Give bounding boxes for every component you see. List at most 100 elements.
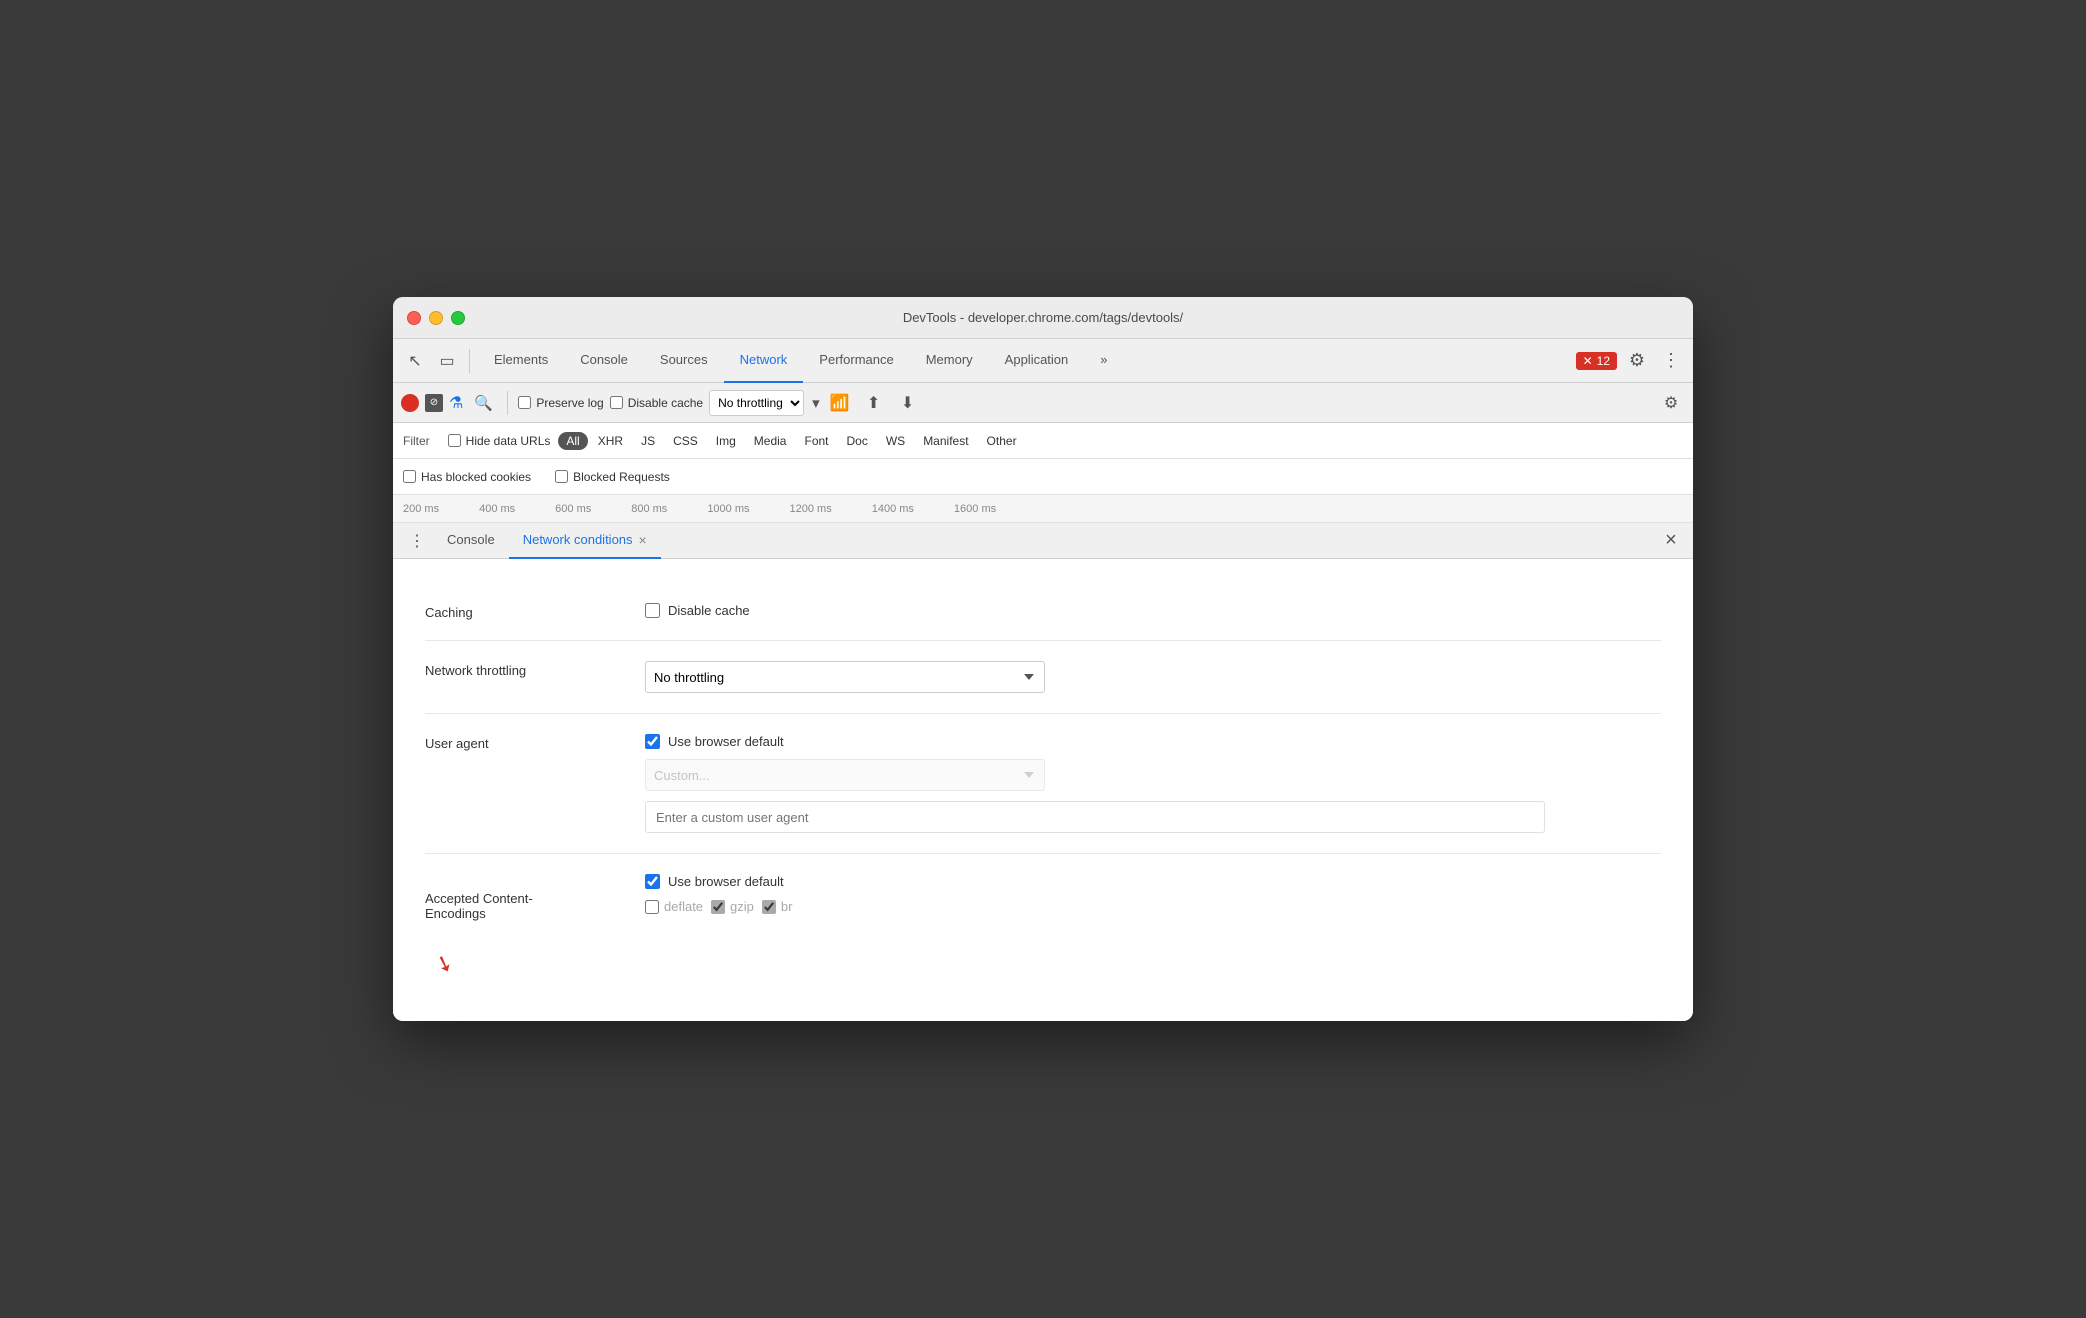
blocked-filter-bar: Has blocked cookies Blocked Requests: [393, 459, 1693, 495]
error-badge[interactable]: ✕ 12: [1576, 352, 1617, 370]
accepted-content-control: Use browser default deflate gzip: [645, 874, 1661, 914]
br-input[interactable]: [762, 900, 776, 914]
disable-cache-row: Disable cache: [645, 603, 1661, 618]
tab-console[interactable]: Console: [564, 339, 644, 383]
use-browser-default-input[interactable]: [645, 734, 660, 749]
bottom-tab-console[interactable]: Console: [433, 523, 509, 559]
user-agent-control: Use browser default Custom...: [645, 734, 1661, 833]
gzip-encoding: gzip: [711, 899, 754, 914]
tab-performance[interactable]: Performance: [803, 339, 909, 383]
tab-more[interactable]: »: [1084, 339, 1123, 383]
toolbar-right: ✕ 12 ⚙ ⋮: [1576, 347, 1685, 375]
bottom-tab-network-conditions[interactable]: Network conditions ×: [509, 523, 661, 559]
filter-img-btn[interactable]: Img: [708, 432, 744, 450]
filter-media-btn[interactable]: Media: [746, 432, 795, 450]
bottom-tab-console-label: Console: [447, 532, 495, 547]
has-blocked-cookies-input[interactable]: [403, 470, 416, 483]
cursor-icon[interactable]: ↖: [401, 347, 429, 375]
bottom-tab-close-icon[interactable]: ×: [639, 532, 647, 548]
user-agent-row: User agent Use browser default Custom...: [425, 714, 1661, 854]
bottom-tabs: ⋮ Console Network conditions × ×: [393, 523, 1693, 559]
download-icon[interactable]: ⬇: [894, 389, 922, 417]
deflate-input[interactable]: [645, 900, 659, 914]
panel-menu-icon[interactable]: ⋮: [401, 531, 433, 551]
network-throttling-control: No throttling: [645, 661, 1661, 693]
has-blocked-cookies-label: Has blocked cookies: [421, 470, 531, 484]
timeline-marker-1: 200 ms: [403, 503, 439, 515]
tab-elements[interactable]: Elements: [478, 339, 564, 383]
has-blocked-cookies-checkbox[interactable]: Has blocked cookies: [403, 470, 531, 484]
custom-user-agent-input[interactable]: [645, 801, 1545, 833]
record-button[interactable]: [401, 394, 419, 412]
bottom-panel: ⋮ Console Network conditions × × Caching…: [393, 523, 1693, 1021]
br-label: br: [781, 899, 793, 914]
tab-sources[interactable]: Sources: [644, 339, 724, 383]
settings-icon[interactable]: ⚙: [1623, 347, 1651, 375]
close-panel-button[interactable]: ×: [1657, 527, 1685, 555]
toolbar-sep2: [507, 391, 508, 415]
filter-all-btn[interactable]: All: [558, 432, 587, 450]
use-browser-default-label: Use browser default: [668, 734, 784, 749]
encoding-browser-default-row: Use browser default: [645, 874, 1661, 889]
network-throttling-select[interactable]: No throttling: [645, 661, 1045, 693]
traffic-lights: [407, 311, 465, 325]
hide-data-urls-checkbox[interactable]: Hide data URLs: [448, 434, 551, 448]
custom-user-agent-select: Custom...: [645, 759, 1045, 791]
gzip-input[interactable]: [711, 900, 725, 914]
blocked-requests-checkbox[interactable]: Blocked Requests: [555, 470, 670, 484]
toolbar-separator: [469, 349, 470, 373]
disable-cache-checkbox[interactable]: Disable cache: [610, 396, 703, 410]
blocked-requests-label: Blocked Requests: [573, 470, 670, 484]
title-bar: DevTools - developer.chrome.com/tags/dev…: [393, 297, 1693, 339]
timeline-marker-7: 1400 ms: [872, 503, 914, 515]
hide-data-urls-input[interactable]: [448, 434, 461, 447]
preserve-log-label: Preserve log: [536, 396, 603, 410]
preserve-log-checkbox[interactable]: Preserve log: [518, 396, 603, 410]
stop-icon[interactable]: ⊘: [425, 394, 443, 412]
filter-manifest-btn[interactable]: Manifest: [915, 432, 976, 450]
filter-js-btn[interactable]: JS: [633, 432, 663, 450]
tab-memory[interactable]: Memory: [910, 339, 989, 383]
network-toolbar: ⊘ ⚗ 🔍 Preserve log Disable cache No thro…: [393, 383, 1693, 423]
device-icon[interactable]: ▭: [433, 347, 461, 375]
timeline-marker-3: 600 ms: [555, 503, 591, 515]
arrow-annotation-2: ➘: [431, 949, 457, 980]
filter-font-btn[interactable]: Font: [796, 432, 836, 450]
caching-label: Caching: [425, 603, 625, 620]
caching-disable-cache-input[interactable]: [645, 603, 660, 618]
disable-cache-label: Disable cache: [628, 396, 703, 410]
filter-xhr-btn[interactable]: XHR: [590, 432, 631, 450]
tab-network[interactable]: Network: [724, 339, 804, 383]
blocked-requests-input[interactable]: [555, 470, 568, 483]
main-toolbar: ↖ ▭ Elements Console Sources Network Per…: [393, 339, 1693, 383]
throttle-select[interactable]: No throttling: [709, 390, 804, 416]
error-icon: ✕: [1583, 354, 1593, 368]
encoding-browser-default-input[interactable]: [645, 874, 660, 889]
network-settings-icon[interactable]: ⚙: [1657, 389, 1685, 417]
maximize-button[interactable]: [451, 311, 465, 325]
filter-icon[interactable]: ⚗: [449, 393, 463, 413]
filter-other-btn[interactable]: Other: [979, 432, 1025, 450]
filter-doc-btn[interactable]: Doc: [839, 432, 876, 450]
throttle-dropdown-arrow[interactable]: ▾: [812, 394, 820, 412]
filter-types: All XHR JS CSS Img Media Font Doc WS Man…: [558, 432, 1024, 450]
upload-icon[interactable]: ⬆: [860, 389, 888, 417]
wifi-icon[interactable]: 📶: [826, 389, 854, 417]
accepted-content-label: Accepted Content- Encodings ➘: [425, 874, 625, 977]
minimize-button[interactable]: [429, 311, 443, 325]
devtools-window: DevTools - developer.chrome.com/tags/dev…: [393, 297, 1693, 1021]
search-icon[interactable]: 🔍: [469, 389, 497, 417]
main-tab-nav: Elements Console Sources Network Perform…: [478, 339, 1572, 382]
close-button[interactable]: [407, 311, 421, 325]
encoding-browser-default-label: Use browser default: [668, 874, 784, 889]
disable-cache-input[interactable]: [610, 396, 623, 409]
deflate-label: deflate: [664, 899, 703, 914]
filter-ws-btn[interactable]: WS: [878, 432, 913, 450]
filter-bar: Filter Hide data URLs All XHR JS CSS Img…: [393, 423, 1693, 459]
tab-application[interactable]: Application: [989, 339, 1085, 383]
preserve-log-input[interactable]: [518, 396, 531, 409]
timeline-marker-2: 400 ms: [479, 503, 515, 515]
filter-css-btn[interactable]: CSS: [665, 432, 706, 450]
more-icon[interactable]: ⋮: [1657, 347, 1685, 375]
caching-disable-cache-label: Disable cache: [668, 603, 750, 618]
